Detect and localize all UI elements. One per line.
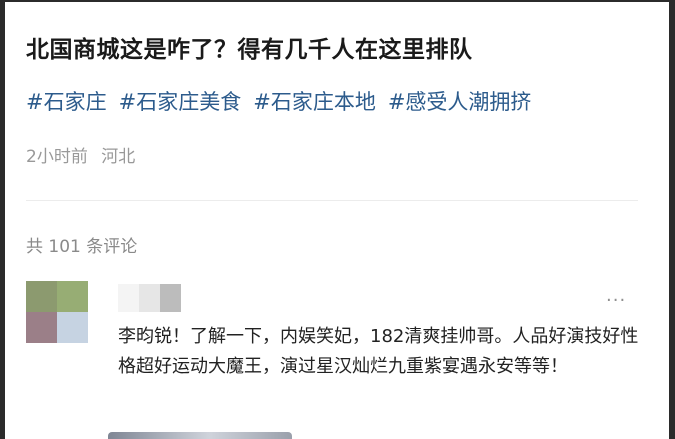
comment-text: 李昀锐！了解一下，内娱笑妃，182清爽挂帅哥。人品好演技好性格超好运动大魔王，演… — [118, 326, 639, 377]
blur-block — [160, 284, 181, 312]
post-meta: 2小时前 河北 — [26, 142, 135, 167]
avatar[interactable] — [26, 281, 88, 343]
more-horizontal-icon[interactable]: ··· — [606, 290, 626, 311]
tag-crowd[interactable]: #感受人潮拥挤 — [388, 86, 532, 116]
comment-image[interactable] — [108, 432, 292, 439]
tag-shijiazhuang-food[interactable]: #石家庄美食 — [119, 86, 242, 116]
avatar-tile — [26, 312, 57, 343]
window-frame-right — [669, 0, 675, 439]
window-frame-left — [0, 0, 5, 439]
avatar-tile — [57, 281, 88, 312]
post-tags: #石家庄 #石家庄美食 #石家庄本地 #感受人潮拥挤 — [26, 86, 531, 116]
blur-block — [139, 284, 160, 312]
post-location: 河北 — [101, 147, 136, 167]
blur-block — [118, 284, 139, 312]
post-time: 2小时前 — [26, 147, 88, 167]
avatar-tile — [26, 281, 57, 312]
divider — [26, 200, 638, 201]
post-title: 北国商城这是咋了？得有几千人在这里排队 — [26, 37, 473, 63]
comment-count: 共 101 条评论 — [26, 237, 138, 257]
avatar-tile — [57, 312, 88, 343]
tag-shijiazhuang-local[interactable]: #石家庄本地 — [253, 86, 376, 116]
window-frame-top — [0, 0, 675, 2]
username-blurred[interactable] — [118, 284, 181, 312]
tag-shijiazhuang[interactable]: #石家庄 — [26, 86, 107, 116]
